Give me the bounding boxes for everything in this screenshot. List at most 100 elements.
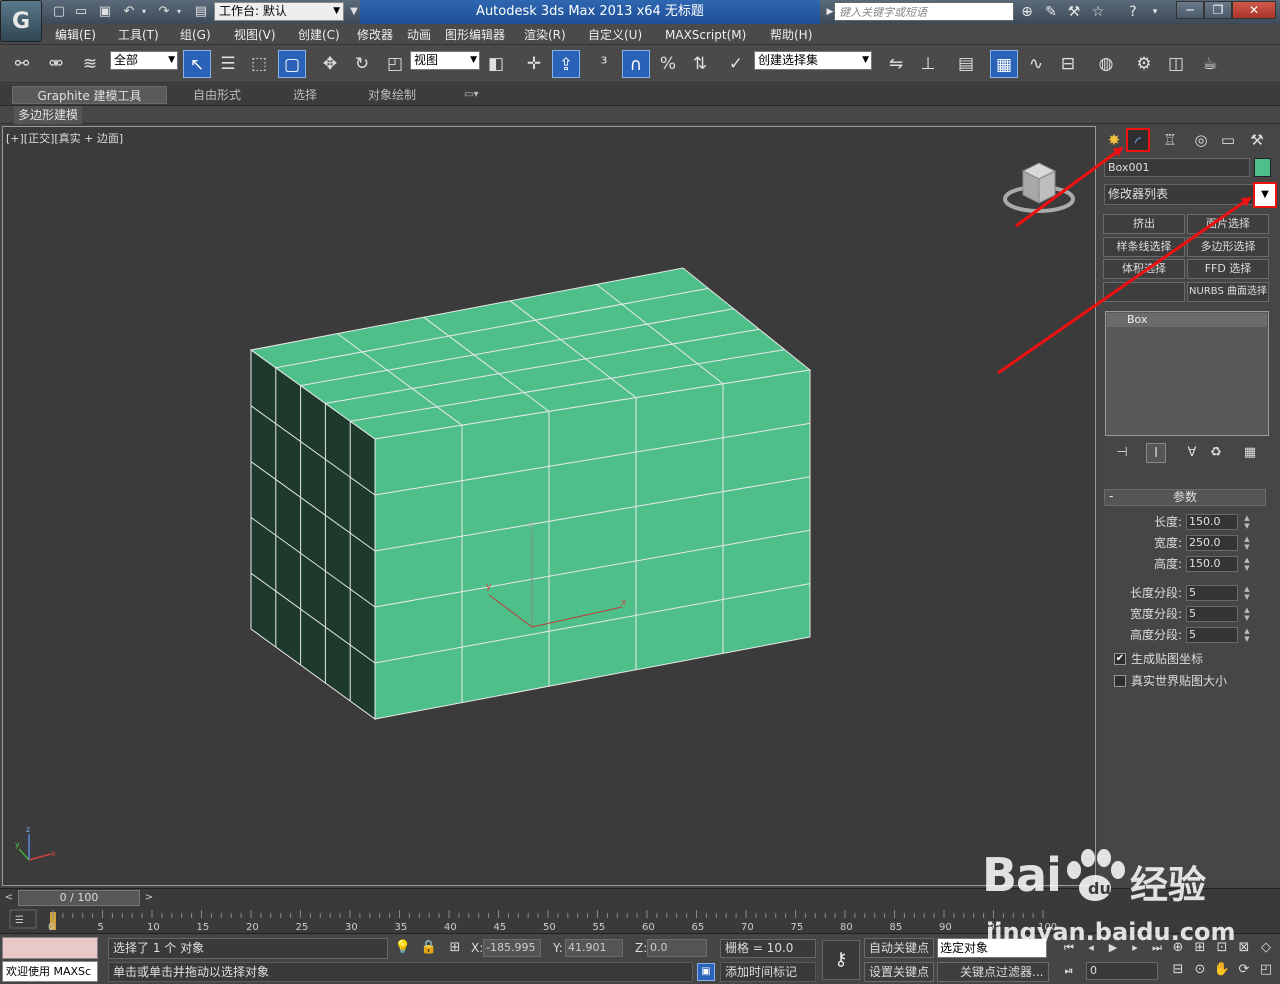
modifier-button-ffd-select[interactable]: FFD 选择	[1187, 259, 1269, 279]
key-icon[interactable]: ⚷	[822, 940, 860, 980]
modifier-button-patch-select[interactable]: 面片选择	[1187, 214, 1269, 234]
menu-views[interactable]: 视图(V)	[234, 27, 276, 43]
x-coordinate-input[interactable]: -185.995	[483, 939, 541, 957]
menu-modifiers[interactable]: 修改器	[357, 27, 393, 43]
modifier-button-empty[interactable]	[1103, 282, 1185, 302]
modifier-list-select[interactable]: 修改器列表	[1104, 184, 1254, 205]
polygon-modeling-label[interactable]: 多边形建模	[14, 106, 83, 124]
app-logo-icon[interactable]: G	[0, 0, 42, 42]
menu-group[interactable]: 组(G)	[180, 27, 211, 43]
close-button[interactable]: ✕	[1232, 1, 1276, 19]
snaps-toggle-icon[interactable]: ³	[590, 50, 618, 78]
set-key-button[interactable]: 设置关键点	[864, 962, 934, 982]
communication-icon[interactable]: ⚒	[1064, 3, 1084, 21]
modifier-button-spline-select[interactable]: 样条线选择	[1103, 237, 1185, 257]
utilities-tab-icon[interactable]: ⚒	[1245, 128, 1269, 152]
edit-named-selection-icon[interactable]: ✓	[722, 50, 750, 78]
maximize-button[interactable]: ❐	[1204, 1, 1232, 19]
add-time-tag-button[interactable]: 添加时间标记	[720, 962, 816, 982]
walkthrough-icon[interactable]: ⊙	[1190, 960, 1210, 980]
open-file-icon[interactable]: ▭	[72, 3, 90, 21]
remove-modifier-icon[interactable]: ♻	[1206, 443, 1226, 463]
search-input[interactable]: 键入关键字或短语	[834, 2, 1014, 21]
menu-customize[interactable]: 自定义(U)	[588, 27, 642, 43]
help-icon[interactable]: ?	[1123, 3, 1143, 21]
schematic-view-icon[interactable]: ⊟	[1054, 50, 1082, 78]
keyboard-shortcut-override-icon[interactable]: ⇪	[552, 50, 580, 78]
time-slider-handle[interactable]: 0 / 100	[18, 890, 140, 906]
height-spinner-icon[interactable]: ▲ ▼	[1242, 556, 1252, 572]
graphite-toggle-icon[interactable]: ▦	[990, 50, 1018, 78]
select-and-move-icon[interactable]: ✥	[316, 50, 344, 78]
modifier-list-dropdown-button[interactable]: ▼	[1253, 182, 1277, 208]
current-frame-input[interactable]: 0	[1086, 962, 1158, 980]
percent-snap-icon[interactable]: %	[654, 50, 682, 78]
height-input[interactable]: 150.0	[1186, 556, 1238, 572]
curve-editor-icon[interactable]: ∿	[1022, 50, 1050, 78]
modifier-button-vol-select[interactable]: 体积选择	[1103, 259, 1185, 279]
orbit-icon[interactable]: ⟳	[1234, 960, 1254, 980]
real-world-map-size-checkbox[interactable]	[1114, 675, 1126, 687]
workspace-select[interactable]: 工作台: 默认 ▼	[214, 2, 344, 21]
width-segs-spinner-icon[interactable]: ▲ ▼	[1242, 606, 1252, 622]
undo-dropdown-icon[interactable]: ▾	[139, 3, 149, 21]
rendered-frame-window-icon[interactable]: ◫	[1162, 50, 1190, 78]
viewport-label[interactable]: [+][正交][真实 + 边面]	[6, 130, 123, 146]
menu-animation[interactable]: 动画	[407, 27, 431, 43]
subscription-icon[interactable]: ✎	[1041, 3, 1061, 21]
menu-edit[interactable]: 编辑(E)	[55, 27, 96, 43]
pivot-center-icon[interactable]: ◧	[482, 50, 510, 78]
add-time-tag-icon[interactable]: ▣	[697, 963, 715, 981]
hierarchy-tab-icon[interactable]: ♖	[1158, 128, 1182, 152]
save-icon[interactable]: ▣	[96, 3, 114, 21]
height-segs-spinner-icon[interactable]: ▲ ▼	[1242, 627, 1252, 643]
key-filters-button[interactable]: 关键点过滤器...	[937, 962, 1049, 982]
new-file-icon[interactable]: ▢	[50, 3, 68, 21]
rectangular-selection-icon[interactable]: ⬚	[245, 50, 273, 78]
selection-filter-select[interactable]: 全部 ▼	[110, 51, 178, 70]
width-spinner-icon[interactable]: ▲ ▼	[1242, 535, 1252, 551]
stack-item-box[interactable]: Box	[1107, 313, 1267, 327]
z-coordinate-input[interactable]: 0.0	[647, 939, 707, 957]
field-of-view-icon[interactable]: ◇	[1256, 938, 1276, 958]
create-tab-icon[interactable]: ✸	[1102, 128, 1126, 152]
isolate-selection-icon[interactable]: 💡	[394, 939, 412, 957]
angle-snap-icon[interactable]: ∩	[622, 50, 650, 78]
show-end-result-icon[interactable]: I	[1146, 443, 1166, 463]
length-spinner-icon[interactable]: ▲ ▼	[1242, 514, 1252, 530]
rollout-collapse-icon[interactable]: -	[1109, 489, 1113, 503]
unlink-icon[interactable]: ⚮	[42, 50, 70, 78]
make-unique-icon[interactable]: ∀	[1182, 443, 1202, 463]
spinner-snap-icon[interactable]: ⇅	[686, 50, 714, 78]
tab-freeform[interactable]: 自由形式	[193, 86, 241, 104]
zoom-region-icon[interactable]: ⊟	[1168, 960, 1188, 980]
length-segs-spinner-icon[interactable]: ▲ ▼	[1242, 585, 1252, 601]
configure-modifier-sets-icon[interactable]: ▦	[1240, 443, 1260, 463]
mirror-icon[interactable]: ⇋	[882, 50, 910, 78]
key-mode-toggle-icon[interactable]: ⏯	[1060, 962, 1078, 980]
select-by-name-icon[interactable]: ☰	[214, 50, 242, 78]
height-segs-input[interactable]: 5	[1186, 627, 1238, 643]
select-object-icon[interactable]: ↖	[183, 50, 211, 78]
minimize-button[interactable]: ─	[1176, 1, 1204, 19]
display-tab-icon[interactable]: ▭	[1216, 128, 1240, 152]
time-slider-prev-icon[interactable]: <	[2, 890, 16, 906]
tab-graphite-modeling[interactable]: Graphite 建模工具	[12, 86, 167, 104]
maxscript-listener-output[interactable]	[2, 937, 98, 959]
zoom-extents-all-icon[interactable]: ⊠	[1234, 938, 1254, 958]
material-editor-icon[interactable]: ◍	[1092, 50, 1120, 78]
modifier-button-extrude[interactable]: 挤出	[1103, 214, 1185, 234]
align-icon[interactable]: ⊥	[914, 50, 942, 78]
absolute-mode-icon[interactable]: ⊞	[446, 939, 464, 957]
object-color-swatch[interactable]	[1254, 158, 1271, 177]
selection-lock-icon[interactable]: 🔒	[420, 939, 438, 957]
select-and-manipulate-icon[interactable]: ✛	[520, 50, 548, 78]
length-input[interactable]: 150.0	[1186, 514, 1238, 530]
modifier-button-poly-select[interactable]: 多边形选择	[1187, 237, 1269, 257]
reference-coordinate-select[interactable]: 视图 ▼	[410, 51, 480, 70]
select-and-link-icon[interactable]: ⚯	[8, 50, 36, 78]
modify-tab-icon[interactable]: ◜	[1126, 128, 1150, 152]
project-folder-icon[interactable]: ▤	[192, 3, 210, 21]
redo-icon[interactable]: ↷	[155, 3, 173, 21]
pin-stack-icon[interactable]: ⊣	[1112, 443, 1132, 463]
